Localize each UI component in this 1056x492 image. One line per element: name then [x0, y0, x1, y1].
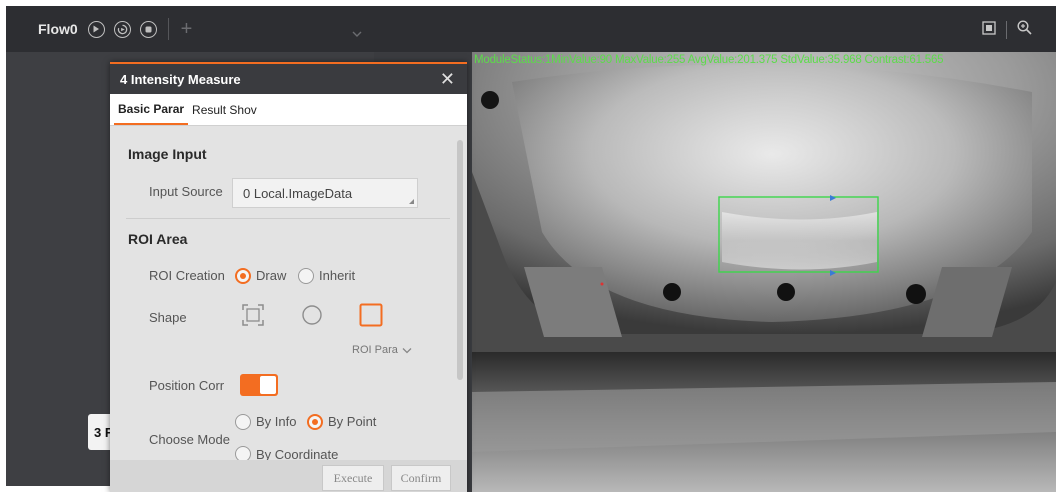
- camera-image: [472, 52, 1056, 492]
- mode-by-coordinate-radio[interactable]: [235, 446, 251, 460]
- position-correction-label: Position Corr: [149, 378, 225, 393]
- shape-label: Shape: [149, 310, 187, 325]
- dialog-tabs: Basic Parar Result Shov: [110, 94, 467, 126]
- section-roi-area: ROI Area: [128, 231, 188, 247]
- mode-by-coordinate-label[interactable]: By Coordinate: [256, 447, 338, 460]
- chevron-down-icon[interactable]: [352, 24, 362, 42]
- rectangle-icon[interactable]: [358, 302, 384, 333]
- resize-grip-icon: [409, 199, 414, 204]
- divider: [126, 218, 450, 219]
- input-source-field[interactable]: 0 Local.ImageData: [232, 178, 418, 208]
- run-once-icon[interactable]: [87, 20, 105, 38]
- flow-tab-title[interactable]: Flow0: [38, 21, 78, 37]
- circle-icon[interactable]: [300, 303, 324, 332]
- scrollbar[interactable]: [457, 140, 463, 380]
- viewer-toolbar: [374, 6, 1056, 52]
- rectangle-select-icon[interactable]: [240, 302, 266, 333]
- stop-icon[interactable]: [139, 20, 157, 38]
- mode-by-info-radio[interactable]: [235, 414, 251, 430]
- roi-creation-draw-radio[interactable]: [235, 268, 251, 284]
- tab-result-show[interactable]: Result Shov: [188, 94, 261, 125]
- roi-creation-draw-label[interactable]: Draw: [256, 268, 286, 283]
- mode-by-point-radio[interactable]: [307, 414, 323, 430]
- roi-params-label: ROI Para: [352, 344, 398, 356]
- toolbar-divider: [167, 18, 169, 40]
- position-correction-toggle[interactable]: [240, 374, 278, 396]
- intensity-measure-dialog: 4 Intensity Measure ✕ Basic Parar Result…: [110, 62, 467, 492]
- dialog-header[interactable]: 4 Intensity Measure ✕: [110, 62, 467, 94]
- run-loop-icon[interactable]: [113, 20, 131, 38]
- section-image-input: Image Input: [128, 146, 207, 162]
- mode-by-point-label[interactable]: By Point: [328, 414, 376, 429]
- tab-basic-params[interactable]: Basic Parar: [114, 94, 189, 125]
- roi-creation-label: ROI Creation: [149, 268, 225, 283]
- module-status-readout: ModuleStatus:1MinValue:90 MaxValue:255 A…: [474, 54, 944, 66]
- zoom-icon[interactable]: [1017, 20, 1032, 40]
- close-icon[interactable]: ✕: [440, 70, 455, 88]
- chevron-down-icon: [402, 347, 412, 353]
- input-source-label: Input Source: [149, 184, 223, 199]
- mode-by-info-label[interactable]: By Info: [256, 414, 296, 429]
- dialog-title: 4 Intensity Measure: [120, 71, 241, 87]
- choose-mode-label: Choose Mode: [149, 432, 230, 447]
- add-flow-icon[interactable]: +: [181, 19, 193, 39]
- flow-toolbar: Flow0 +: [6, 6, 374, 52]
- image-canvas[interactable]: [472, 52, 1056, 492]
- roi-creation-inherit-radio[interactable]: [298, 268, 314, 284]
- confirm-button[interactable]: Confirm: [391, 465, 451, 491]
- input-source-value: 0 Local.ImageData: [243, 185, 353, 201]
- toggle-knob: [260, 376, 276, 394]
- viewer-toolbar-divider: [1006, 21, 1007, 39]
- dialog-body: Image Input Input Source 0 Local.ImageDa…: [110, 126, 467, 460]
- roi-creation-inherit-label[interactable]: Inherit: [319, 268, 355, 283]
- execute-button[interactable]: Execute: [322, 465, 384, 491]
- dialog-footer: Execute Confirm: [110, 460, 467, 492]
- roi-params-dropdown[interactable]: ROI Para: [352, 344, 412, 356]
- fit-window-icon[interactable]: [982, 20, 996, 40]
